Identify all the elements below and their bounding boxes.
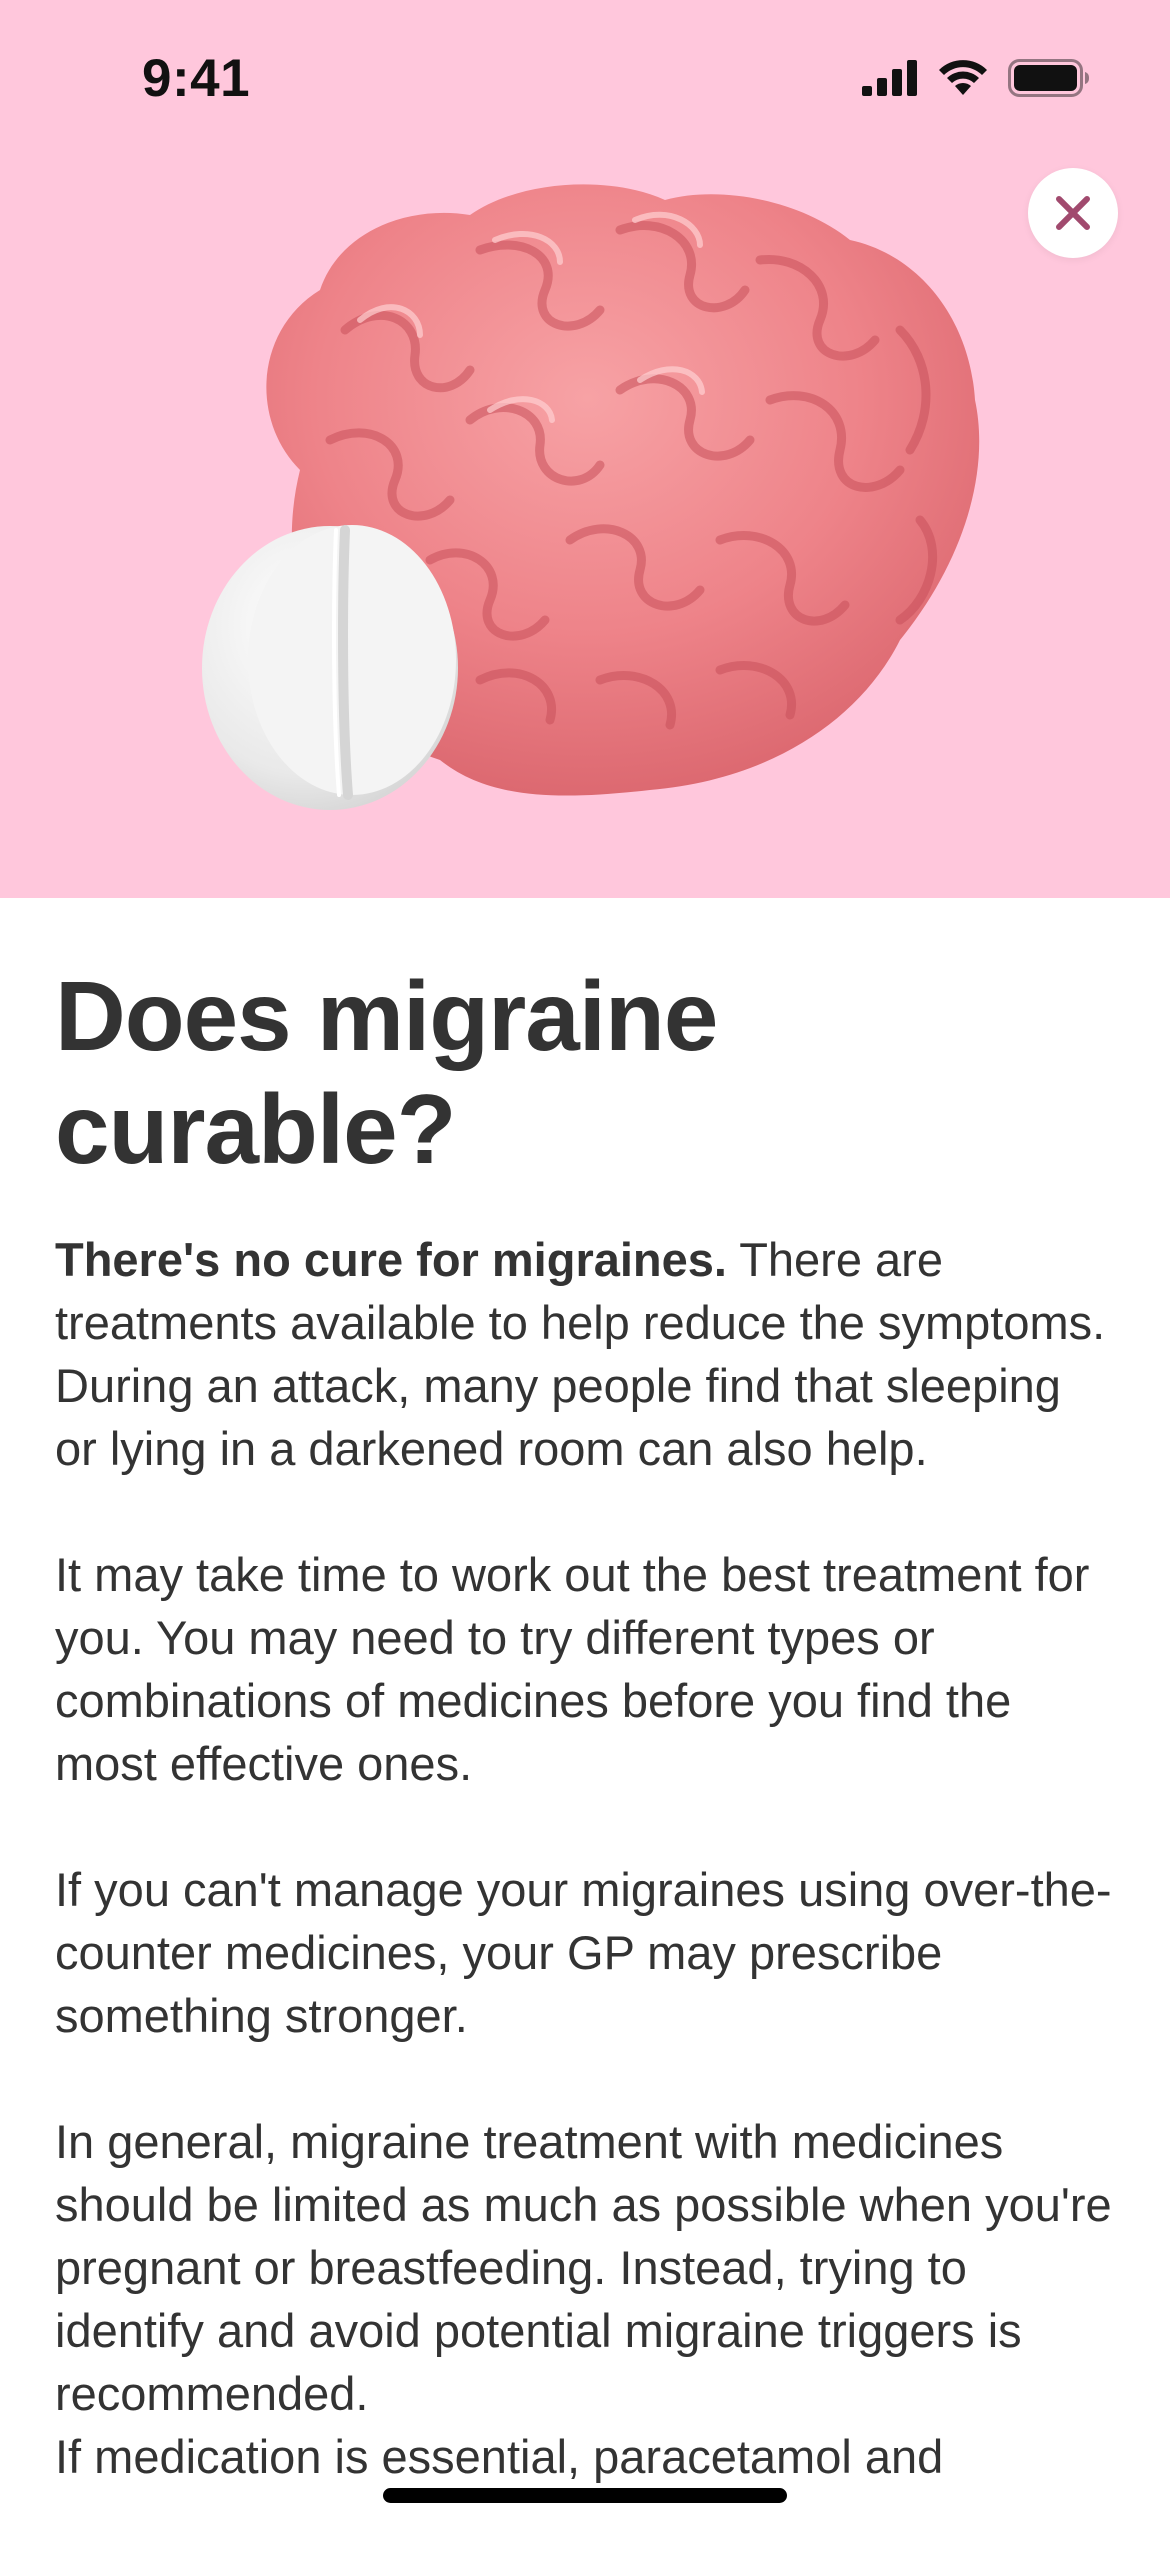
status-bar: 9:41	[0, 0, 1170, 160]
article-paragraph: It may take time to work out the best tr…	[55, 1548, 1090, 1790]
article-paragraph: If medication is essential, paracetamol …	[55, 2430, 944, 2483]
article: Does migraine curable? There's no cure f…	[55, 898, 1115, 2551]
article-paragraph: In general, migraine treatment with medi…	[55, 2115, 1112, 2420]
battery-icon	[1008, 59, 1089, 97]
pill-icon	[202, 525, 458, 810]
close-icon	[1056, 196, 1090, 230]
article-body: There's no cure for migraines. There are…	[55, 1228, 1115, 2488]
article-title: Does migraine curable?	[55, 961, 718, 1184]
article-lead-bold: There's no cure for migraines.	[55, 1233, 727, 1286]
wifi-icon	[939, 60, 987, 95]
hero-banner: 9:41	[0, 0, 1170, 898]
article-paragraph: If you can't manage your migraines using…	[55, 1863, 1112, 2042]
cellular-signal-icon	[862, 60, 917, 96]
status-time: 9:41	[142, 49, 251, 108]
article-paragraph: There's no cure for migraines. There are…	[55, 1228, 1115, 1480]
close-button[interactable]	[1028, 168, 1118, 258]
home-indicator[interactable]	[383, 2488, 787, 2503]
status-icons	[862, 56, 1090, 100]
